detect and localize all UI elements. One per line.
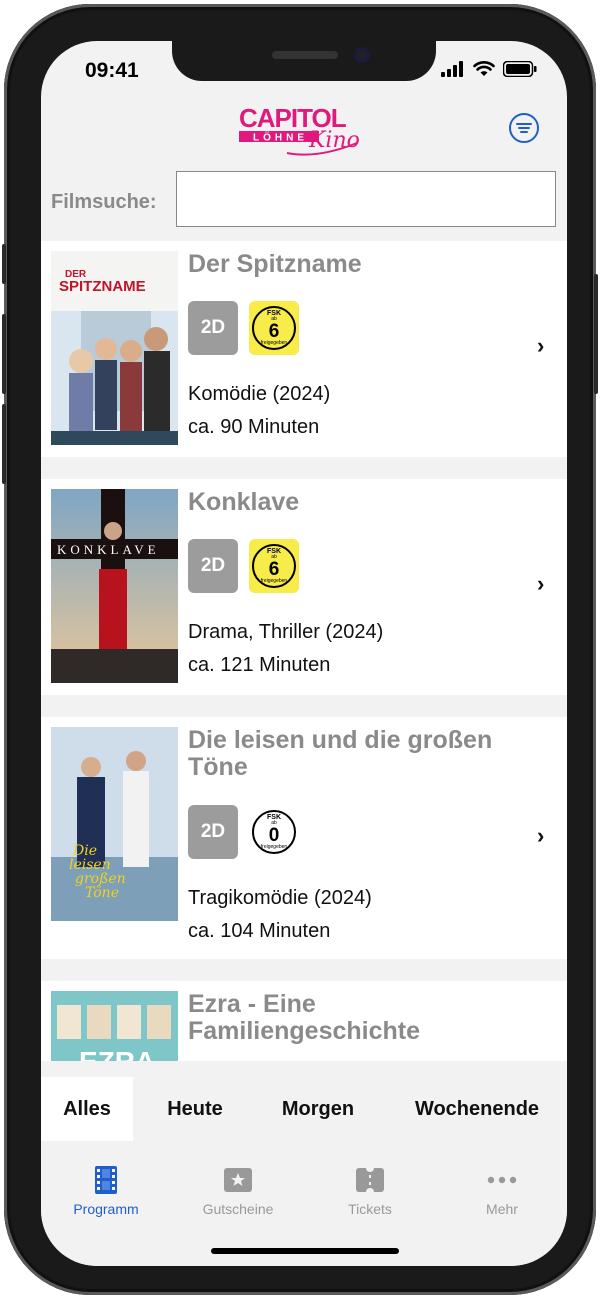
tab-heute[interactable]: Heute	[145, 1077, 245, 1141]
tab-morgen[interactable]: Morgen	[263, 1077, 373, 1141]
mute-switch	[2, 244, 6, 284]
movie-genre: Tragikomödie (2024)	[188, 887, 372, 909]
film-icon	[95, 1166, 117, 1194]
tab-label: Tickets	[348, 1201, 392, 1217]
poster-title: KONKLAVE	[57, 542, 160, 557]
home-indicator[interactable]	[211, 1248, 399, 1254]
movie-title: Ezra - Eine Familiengeschichte	[188, 990, 421, 1045]
movie-item[interactable]: Die leisen großen Töne Die leisen und di…	[41, 717, 567, 959]
movie-poster: KONKLAVE	[51, 489, 178, 683]
format-badge: 2D	[188, 301, 238, 355]
voucher-star-icon	[224, 1168, 252, 1192]
fsk-rating-badge: FSK ab 6 freigegeben	[249, 301, 299, 355]
tab-wochenende[interactable]: Wochenende	[397, 1077, 557, 1141]
svg-text:Kino: Kino	[308, 128, 360, 153]
battery-icon	[503, 61, 537, 77]
format-badge: 2D	[188, 539, 238, 593]
movie-duration: ca. 90 Minuten	[188, 416, 320, 438]
tab-alles[interactable]: Alles	[41, 1077, 133, 1141]
movie-poster: Die leisen großen Töne	[51, 727, 178, 921]
tab-label: Programm	[73, 1201, 139, 1217]
fsk-rating-badge: FSK ab 0 freigegeben	[249, 805, 299, 859]
movie-title: Die leisen und die großen Töne	[188, 726, 493, 781]
chevron-right-icon: ›	[537, 823, 545, 848]
svg-text:Töne: Töne	[85, 885, 119, 901]
status-time: 09:41	[85, 59, 139, 82]
speaker	[272, 51, 338, 59]
movie-item[interactable]: KONKLAVE Konklave 2D FSK ab 6 freigegebe…	[41, 479, 567, 695]
film-search-input[interactable]	[176, 171, 556, 227]
movie-duration: ca. 104 Minuten	[188, 920, 331, 942]
film-search-row: Filmsuche:	[41, 163, 567, 239]
chevron-right-icon: ›	[537, 333, 545, 358]
capitol-kino-logo: CAPITOL LÖHNE Kino	[237, 103, 367, 159]
tab-gutscheine[interactable]: Gutscheine	[183, 1165, 293, 1217]
tab-tickets[interactable]: Tickets	[315, 1165, 425, 1217]
movie-title: Der Spitzname	[188, 250, 362, 278]
fsk-rating-badge: FSK ab 6 freigegeben	[249, 539, 299, 593]
film-search-label: Filmsuche:	[51, 191, 157, 213]
movie-poster: DER SPITZNAME	[51, 251, 178, 445]
movie-list[interactable]: DER SPITZNAME Der Spitzname 2D FSK ab 6 …	[41, 241, 567, 1061]
filter-button[interactable]	[509, 113, 539, 143]
camera	[354, 47, 370, 63]
date-filter-tabs: Alles Heute Morgen Wochenende	[41, 1061, 567, 1145]
notch	[172, 41, 436, 81]
volume-up-button	[2, 314, 6, 394]
tab-label: Gutscheine	[202, 1201, 274, 1217]
signal-icon	[441, 61, 463, 77]
power-button	[594, 274, 598, 394]
phone-frame: 09:41 CAPITOL LÖHNE Kino Filmsuche: DER …	[2, 4, 598, 1295]
movie-item[interactable]: EZRA Ezra - Eine Familiengeschichte	[41, 981, 567, 1061]
movie-title: Konklave	[188, 488, 300, 516]
chevron-right-icon: ›	[537, 571, 545, 596]
poster-title: EZRA	[79, 1046, 155, 1061]
movie-duration: ca. 121 Minuten	[188, 654, 331, 676]
filter-icon	[516, 123, 532, 133]
ticket-icon	[356, 1168, 384, 1192]
format-badge: 2D	[188, 805, 238, 859]
status-icons	[441, 61, 537, 77]
movie-item[interactable]: DER SPITZNAME Der Spitzname 2D FSK ab 6 …	[41, 241, 567, 457]
volume-down-button	[2, 404, 6, 484]
app-screen: 09:41 CAPITOL LÖHNE Kino Filmsuche: DER …	[41, 41, 567, 1266]
movie-genre: Drama, Thriller (2024)	[188, 621, 384, 643]
movie-poster: EZRA	[51, 991, 178, 1061]
wifi-icon	[473, 61, 495, 76]
tab-programm[interactable]: Programm	[51, 1165, 161, 1217]
tab-mehr[interactable]: Mehr	[447, 1165, 557, 1217]
app-header: CAPITOL LÖHNE Kino	[41, 93, 567, 163]
poster-title: SPITZNAME	[59, 278, 146, 295]
more-dots-icon	[487, 1176, 517, 1184]
tab-label: Mehr	[486, 1201, 518, 1217]
svg-text:LÖHNE: LÖHNE	[253, 131, 308, 144]
movie-genre: Komödie (2024)	[188, 383, 331, 405]
